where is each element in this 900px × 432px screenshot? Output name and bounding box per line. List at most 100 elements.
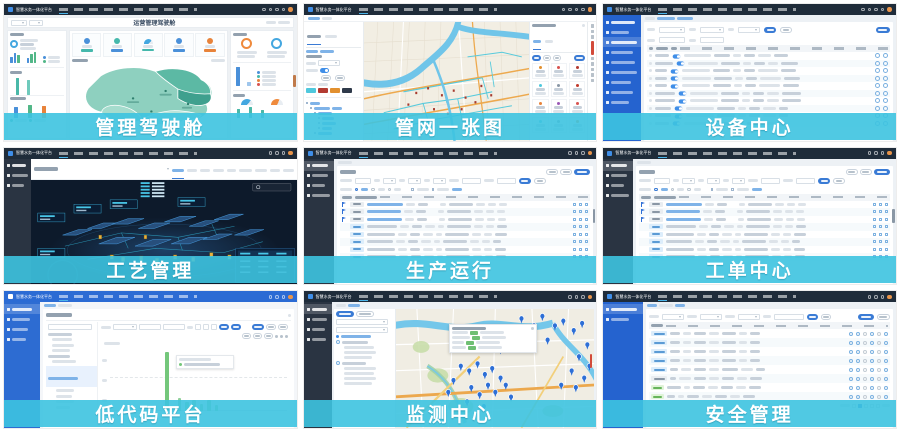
tile-pipe-network-map[interactable]: 智慧水务一体化平台 (303, 3, 598, 142)
fullscreen-icon (282, 295, 286, 299)
tile-label-banner[interactable]: 生产运行 (304, 256, 597, 283)
top-navbar: 智慧水务一体化平台 (304, 148, 597, 159)
tab (325, 25, 337, 45)
search-button (807, 314, 818, 320)
scrollbar-thumb (593, 209, 596, 223)
bar-chart (10, 51, 20, 63)
tile-label-banner[interactable]: 低代码平台 (4, 400, 297, 427)
scrollbar-thumb (892, 209, 895, 223)
nav-menu (59, 295, 197, 298)
tile-label-banner[interactable]: 管网一张图 (304, 113, 597, 140)
fullscreen-icon (881, 295, 885, 299)
status-radio-row (340, 186, 591, 194)
product-name: 智慧水务一体化平台 (316, 294, 352, 300)
bell-icon (575, 8, 579, 12)
tile-safety-management[interactable]: 智慧水务一体化平台 (602, 290, 897, 429)
table-row (340, 201, 591, 209)
avatar (288, 151, 293, 156)
table-row (647, 75, 890, 83)
tile-work-order-center[interactable]: 智慧水务一体化平台 (602, 147, 897, 286)
avatar (588, 7, 593, 12)
product-name: 智慧水务一体化平台 (16, 294, 52, 300)
tile-management-cockpit[interactable]: 智慧水务一体化平台 运营管理驾驶舱 (3, 3, 298, 142)
radio-selected (355, 188, 359, 192)
fullscreen-icon (581, 295, 585, 299)
tile-process-management[interactable]: 智慧水务一体化平台 (3, 147, 298, 286)
kpi-icon (84, 38, 90, 44)
logo-icon (8, 7, 13, 12)
search-icon (868, 151, 872, 155)
table-row (649, 347, 890, 356)
sidebar-item-active (603, 37, 641, 47)
secondary-button (846, 169, 858, 175)
nav-menu (658, 295, 796, 298)
fullscreen-icon (581, 151, 585, 155)
export-button (877, 314, 890, 320)
avatar (588, 151, 593, 156)
panel-tabs (306, 24, 361, 48)
secondary-button (560, 169, 572, 175)
breadcrumb (641, 15, 896, 22)
table-row (340, 246, 591, 254)
fullscreen-icon (881, 8, 885, 12)
avatar (887, 7, 892, 12)
tile-monitoring-center[interactable]: 智慧水务一体化平台 (303, 290, 598, 429)
bar-chart (233, 66, 251, 86)
bell-icon (874, 8, 878, 12)
bell-icon (575, 151, 579, 155)
scrollbar-thumb (293, 75, 296, 87)
station-popup (449, 324, 537, 353)
top-navbar: 智慧水务一体化平台 (603, 4, 896, 15)
sidebar-item-active (603, 304, 643, 314)
table-row (639, 246, 890, 254)
avatar (887, 151, 892, 156)
tile-device-center[interactable]: 智慧水务一体化平台 (602, 3, 897, 142)
dashboard-header: 运营管理驾驶舱 (7, 17, 294, 28)
product-name: 智慧水务一体化平台 (615, 294, 651, 300)
breadcrumb (304, 15, 597, 22)
tile-label-banner[interactable]: 安全管理 (603, 400, 896, 427)
top-navbar: 智慧水务一体化平台 (4, 148, 297, 159)
logo-icon (607, 151, 612, 156)
tile-low-code-platform[interactable]: 智慧水务一体化平台 (3, 290, 298, 429)
table-header (649, 322, 890, 329)
product-name: 智慧水务一体化平台 (316, 150, 352, 156)
search-icon (269, 295, 273, 299)
primary-button (574, 169, 590, 175)
reset-button (833, 178, 845, 184)
tile-label-banner[interactable]: 工单中心 (603, 256, 896, 283)
reset-button (780, 27, 792, 33)
secondary-button (546, 169, 558, 175)
delete-icon (883, 53, 888, 58)
table-header (647, 45, 890, 52)
bell-icon (874, 151, 878, 155)
tile-label-banner[interactable]: 监测中心 (304, 400, 597, 427)
tab-active (307, 25, 321, 45)
table-header (639, 194, 890, 201)
bell-icon (275, 295, 279, 299)
secondary-button (860, 169, 872, 175)
nav-menu (658, 152, 796, 155)
nav-menu (359, 8, 497, 11)
product-name: 智慧水务一体化平台 (316, 7, 352, 13)
tree-item-selected (46, 366, 97, 387)
layer-toggle (320, 68, 329, 73)
fullscreen-icon (881, 151, 885, 155)
table-header (340, 194, 591, 201)
tile-production-operation[interactable]: 智慧水务一体化平台 (303, 147, 598, 286)
fullscreen-icon (282, 151, 286, 155)
table-row (639, 223, 890, 231)
message-icon (568, 8, 572, 12)
tile-label-banner[interactable]: 工艺管理 (4, 256, 297, 283)
tile-label-banner[interactable]: 管理驾驶舱 (4, 113, 297, 140)
nav-menu (359, 152, 497, 155)
table-row (649, 338, 890, 347)
nav-menu (59, 8, 197, 11)
table-row (340, 208, 591, 216)
table-row (649, 374, 890, 383)
breadcrumb (633, 159, 896, 166)
top-navbar: 智慧水务一体化平台 (603, 148, 896, 159)
donut-chart-blue (271, 38, 282, 49)
avatar (887, 295, 892, 300)
tile-label-banner[interactable]: 设备中心 (603, 113, 896, 140)
